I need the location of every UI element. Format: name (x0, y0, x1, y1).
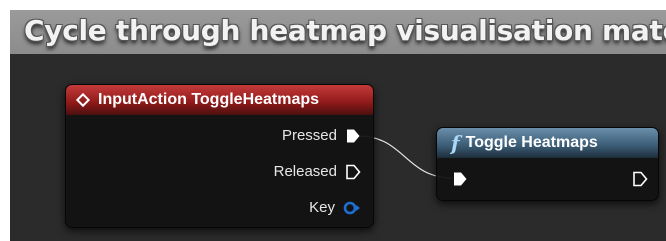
blueprint-graph-canvas[interactable]: Cycle through heatmap visualisation mate… (10, 10, 666, 241)
key-pin-label: Key (309, 199, 335, 216)
input-action-node-title: InputAction ToggleHeatmaps (98, 91, 320, 108)
input-action-node[interactable]: InputAction ToggleHeatmaps Pressed Relea… (65, 84, 374, 228)
exec-output-pin-icon[interactable] (345, 164, 361, 180)
exec-output-pin-icon[interactable] (632, 171, 648, 187)
comment-box-header: Cycle through heatmap visualisation mate… (10, 10, 666, 54)
function-node-title: Toggle Heatmaps (465, 134, 598, 151)
exec-output-pin-connected-icon[interactable] (345, 128, 361, 144)
released-pin-row[interactable]: Released (274, 163, 361, 180)
function-node-header[interactable]: f Toggle Heatmaps (437, 128, 658, 158)
pressed-pin-row[interactable]: Pressed (282, 127, 361, 144)
exec-input-pin-connected-icon[interactable] (452, 171, 468, 187)
pressed-pin-label: Pressed (281, 127, 337, 144)
comment-title: Cycle through heatmap visualisation mate… (24, 14, 666, 47)
function-icon: f (451, 131, 460, 155)
input-action-node-header[interactable]: InputAction ToggleHeatmaps (66, 85, 373, 115)
key-pin-row[interactable]: Key (309, 199, 361, 216)
key-struct-pin-icon[interactable] (343, 201, 361, 215)
released-pin-label: Released (273, 163, 337, 180)
input-action-diamond-icon (75, 92, 91, 108)
toggle-heatmaps-function-node[interactable]: f Toggle Heatmaps (436, 127, 659, 201)
